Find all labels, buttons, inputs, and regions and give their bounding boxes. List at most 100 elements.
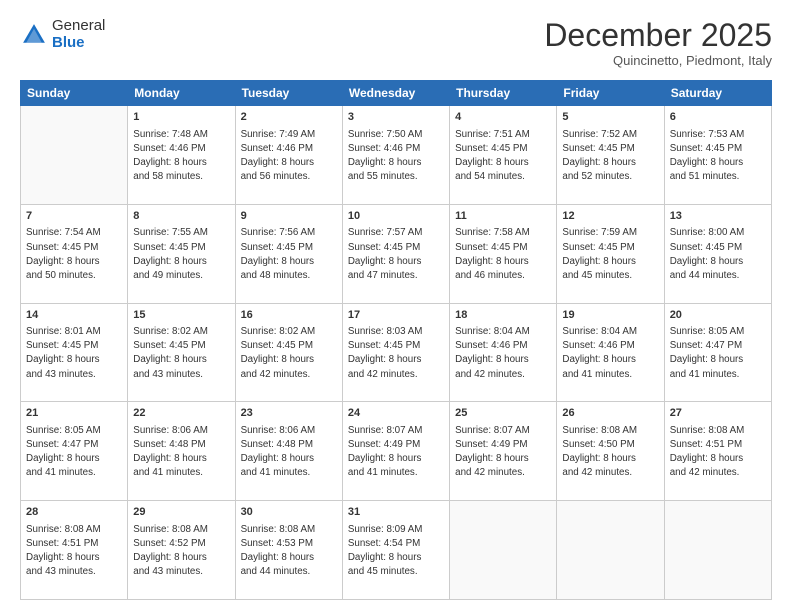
day-of-week-wednesday: Wednesday [342, 81, 449, 106]
calendar-cell: 25 Sunrise: 8:07 AM Sunset: 4:49 PM Dayli… [450, 402, 557, 501]
day-info: Sunrise: 7:56 AM Sunset: 4:45 PM Dayligh… [241, 226, 337, 283]
calendar-cell: 27Sunrise: 8:08 AM Sunset: 4:51 PM Dayli… [664, 402, 771, 501]
week-row-2: 14Sunrise: 8:01 AM Sunset: 4:45 PM Dayli… [21, 303, 772, 402]
day-number: 2 [241, 110, 337, 125]
day-info: Sunrise: 7:53 AM Sunset: 4:45 PM Dayligh… [670, 128, 766, 185]
calendar-cell: 6 Sunrise: 7:53 AM Sunset: 4:45 PM Daylig… [664, 106, 771, 205]
calendar-cell [664, 501, 771, 600]
calendar-header: SundayMondayTuesdayWednesdayThursdayFrid… [21, 81, 772, 106]
week-row-4: 28Sunrise: 8:08 AM Sunset: 4:51 PM Dayli… [21, 501, 772, 600]
logo-icon [20, 21, 48, 49]
day-info: Sunrise: 8:07 AM Sunset: 4:49 PM Dayligh… [455, 424, 551, 481]
logo: General Blue [20, 18, 105, 51]
day-info: Sunrise: 7:59 AM Sunset: 4:45 PM Dayligh… [562, 226, 658, 283]
calendar-cell [450, 501, 557, 600]
day-number: 14 [26, 308, 122, 323]
day-info: Sunrise: 8:02 AM Sunset: 4:45 PM Dayligh… [241, 325, 337, 382]
day-info: Sunrise: 8:00 AM Sunset: 4:45 PM Dayligh… [670, 226, 766, 283]
day-info: Sunrise: 7:54 AM Sunset: 4:45 PM Dayligh… [26, 226, 122, 283]
day-number: 30 [241, 505, 337, 520]
day-of-week-friday: Friday [557, 81, 664, 106]
day-number: 16 [241, 308, 337, 323]
calendar-cell: 12 Sunrise: 7:59 AM Sunset: 4:45 PM Dayli… [557, 204, 664, 303]
calendar-cell: 18Sunrise: 8:04 AM Sunset: 4:46 PM Dayli… [450, 303, 557, 402]
day-info: Sunrise: 7:55 AM Sunset: 4:45 PM Dayligh… [133, 226, 229, 283]
calendar-cell: 5Sunrise: 7:52 AM Sunset: 4:45 PM Daylig… [557, 106, 664, 205]
day-of-week-sunday: Sunday [21, 81, 128, 106]
week-row-3: 21 Sunrise: 8:05 AM Sunset: 4:47 PM Dayli… [21, 402, 772, 501]
calendar-cell: 11Sunrise: 7:58 AM Sunset: 4:45 PM Dayli… [450, 204, 557, 303]
calendar-cell: 28Sunrise: 8:08 AM Sunset: 4:51 PM Dayli… [21, 501, 128, 600]
week-row-0: 1Sunrise: 7:48 AM Sunset: 4:46 PM Daylig… [21, 106, 772, 205]
calendar-cell: 9 Sunrise: 7:56 AM Sunset: 4:45 PM Daylig… [235, 204, 342, 303]
day-info: Sunrise: 7:49 AM Sunset: 4:46 PM Dayligh… [241, 128, 337, 185]
calendar: SundayMondayTuesdayWednesdayThursdayFrid… [20, 80, 772, 600]
day-info: Sunrise: 7:57 AM Sunset: 4:45 PM Dayligh… [348, 226, 444, 283]
day-number: 9 [241, 209, 337, 224]
calendar-cell: 3Sunrise: 7:50 AM Sunset: 4:46 PM Daylig… [342, 106, 449, 205]
calendar-cell: 21 Sunrise: 8:05 AM Sunset: 4:47 PM Dayli… [21, 402, 128, 501]
day-number: 24 [348, 406, 444, 421]
days-of-week-row: SundayMondayTuesdayWednesdayThursdayFrid… [21, 81, 772, 106]
calendar-cell: 19 Sunrise: 8:04 AM Sunset: 4:46 PM Dayli… [557, 303, 664, 402]
day-number: 18 [455, 308, 551, 323]
calendar-cell: 26 Sunrise: 8:08 AM Sunset: 4:50 PM Dayli… [557, 402, 664, 501]
day-number: 13 [670, 209, 766, 224]
day-number: 19 [562, 308, 658, 323]
day-info: Sunrise: 8:02 AM Sunset: 4:45 PM Dayligh… [133, 325, 229, 382]
day-of-week-saturday: Saturday [664, 81, 771, 106]
day-number: 11 [455, 209, 551, 224]
day-number: 29 [133, 505, 229, 520]
calendar-cell: 31Sunrise: 8:09 AM Sunset: 4:54 PM Dayli… [342, 501, 449, 600]
day-number: 4 [455, 110, 551, 125]
day-info: Sunrise: 8:04 AM Sunset: 4:46 PM Dayligh… [562, 325, 658, 382]
logo-text: General Blue [52, 18, 105, 51]
day-number: 6 [670, 110, 766, 125]
day-number: 26 [562, 406, 658, 421]
day-number: 28 [26, 505, 122, 520]
day-number: 27 [670, 406, 766, 421]
day-info: Sunrise: 8:08 AM Sunset: 4:52 PM Dayligh… [133, 523, 229, 580]
day-info: Sunrise: 8:08 AM Sunset: 4:53 PM Dayligh… [241, 523, 337, 580]
calendar-cell: 1Sunrise: 7:48 AM Sunset: 4:46 PM Daylig… [128, 106, 235, 205]
calendar-cell: 23Sunrise: 8:06 AM Sunset: 4:48 PM Dayli… [235, 402, 342, 501]
calendar-body: 1Sunrise: 7:48 AM Sunset: 4:46 PM Daylig… [21, 106, 772, 600]
header: General Blue December 2025 Quincinetto, … [20, 18, 772, 68]
calendar-cell: 2 Sunrise: 7:49 AM Sunset: 4:46 PM Daylig… [235, 106, 342, 205]
day-of-week-monday: Monday [128, 81, 235, 106]
calendar-cell: 22 Sunrise: 8:06 AM Sunset: 4:48 PM Dayli… [128, 402, 235, 501]
day-number: 31 [348, 505, 444, 520]
day-number: 3 [348, 110, 444, 125]
day-number: 17 [348, 308, 444, 323]
logo-blue: Blue [52, 35, 105, 52]
calendar-cell: 7Sunrise: 7:54 AM Sunset: 4:45 PM Daylig… [21, 204, 128, 303]
day-info: Sunrise: 8:05 AM Sunset: 4:47 PM Dayligh… [26, 424, 122, 481]
day-info: Sunrise: 8:08 AM Sunset: 4:50 PM Dayligh… [562, 424, 658, 481]
calendar-cell: 17Sunrise: 8:03 AM Sunset: 4:45 PM Dayli… [342, 303, 449, 402]
page: General Blue December 2025 Quincinetto, … [0, 0, 792, 612]
calendar-cell: 15 Sunrise: 8:02 AM Sunset: 4:45 PM Dayli… [128, 303, 235, 402]
day-number: 15 [133, 308, 229, 323]
day-info: Sunrise: 8:05 AM Sunset: 4:47 PM Dayligh… [670, 325, 766, 382]
day-of-week-thursday: Thursday [450, 81, 557, 106]
day-number: 12 [562, 209, 658, 224]
day-number: 8 [133, 209, 229, 224]
title-block: December 2025 Quincinetto, Piedmont, Ita… [544, 18, 772, 68]
day-info: Sunrise: 8:06 AM Sunset: 4:48 PM Dayligh… [133, 424, 229, 481]
day-info: Sunrise: 8:07 AM Sunset: 4:49 PM Dayligh… [348, 424, 444, 481]
calendar-cell: 13 Sunrise: 8:00 AM Sunset: 4:45 PM Dayli… [664, 204, 771, 303]
day-number: 5 [562, 110, 658, 125]
day-number: 22 [133, 406, 229, 421]
day-info: Sunrise: 7:51 AM Sunset: 4:45 PM Dayligh… [455, 128, 551, 185]
calendar-cell: 16 Sunrise: 8:02 AM Sunset: 4:45 PM Dayli… [235, 303, 342, 402]
calendar-cell [557, 501, 664, 600]
day-number: 20 [670, 308, 766, 323]
day-number: 21 [26, 406, 122, 421]
calendar-cell [21, 106, 128, 205]
calendar-cell: 4 Sunrise: 7:51 AM Sunset: 4:45 PM Daylig… [450, 106, 557, 205]
calendar-cell: 14Sunrise: 8:01 AM Sunset: 4:45 PM Dayli… [21, 303, 128, 402]
month-title: December 2025 [544, 18, 772, 53]
calendar-cell: 8 Sunrise: 7:55 AM Sunset: 4:45 PM Daylig… [128, 204, 235, 303]
day-number: 25 [455, 406, 551, 421]
day-number: 1 [133, 110, 229, 125]
